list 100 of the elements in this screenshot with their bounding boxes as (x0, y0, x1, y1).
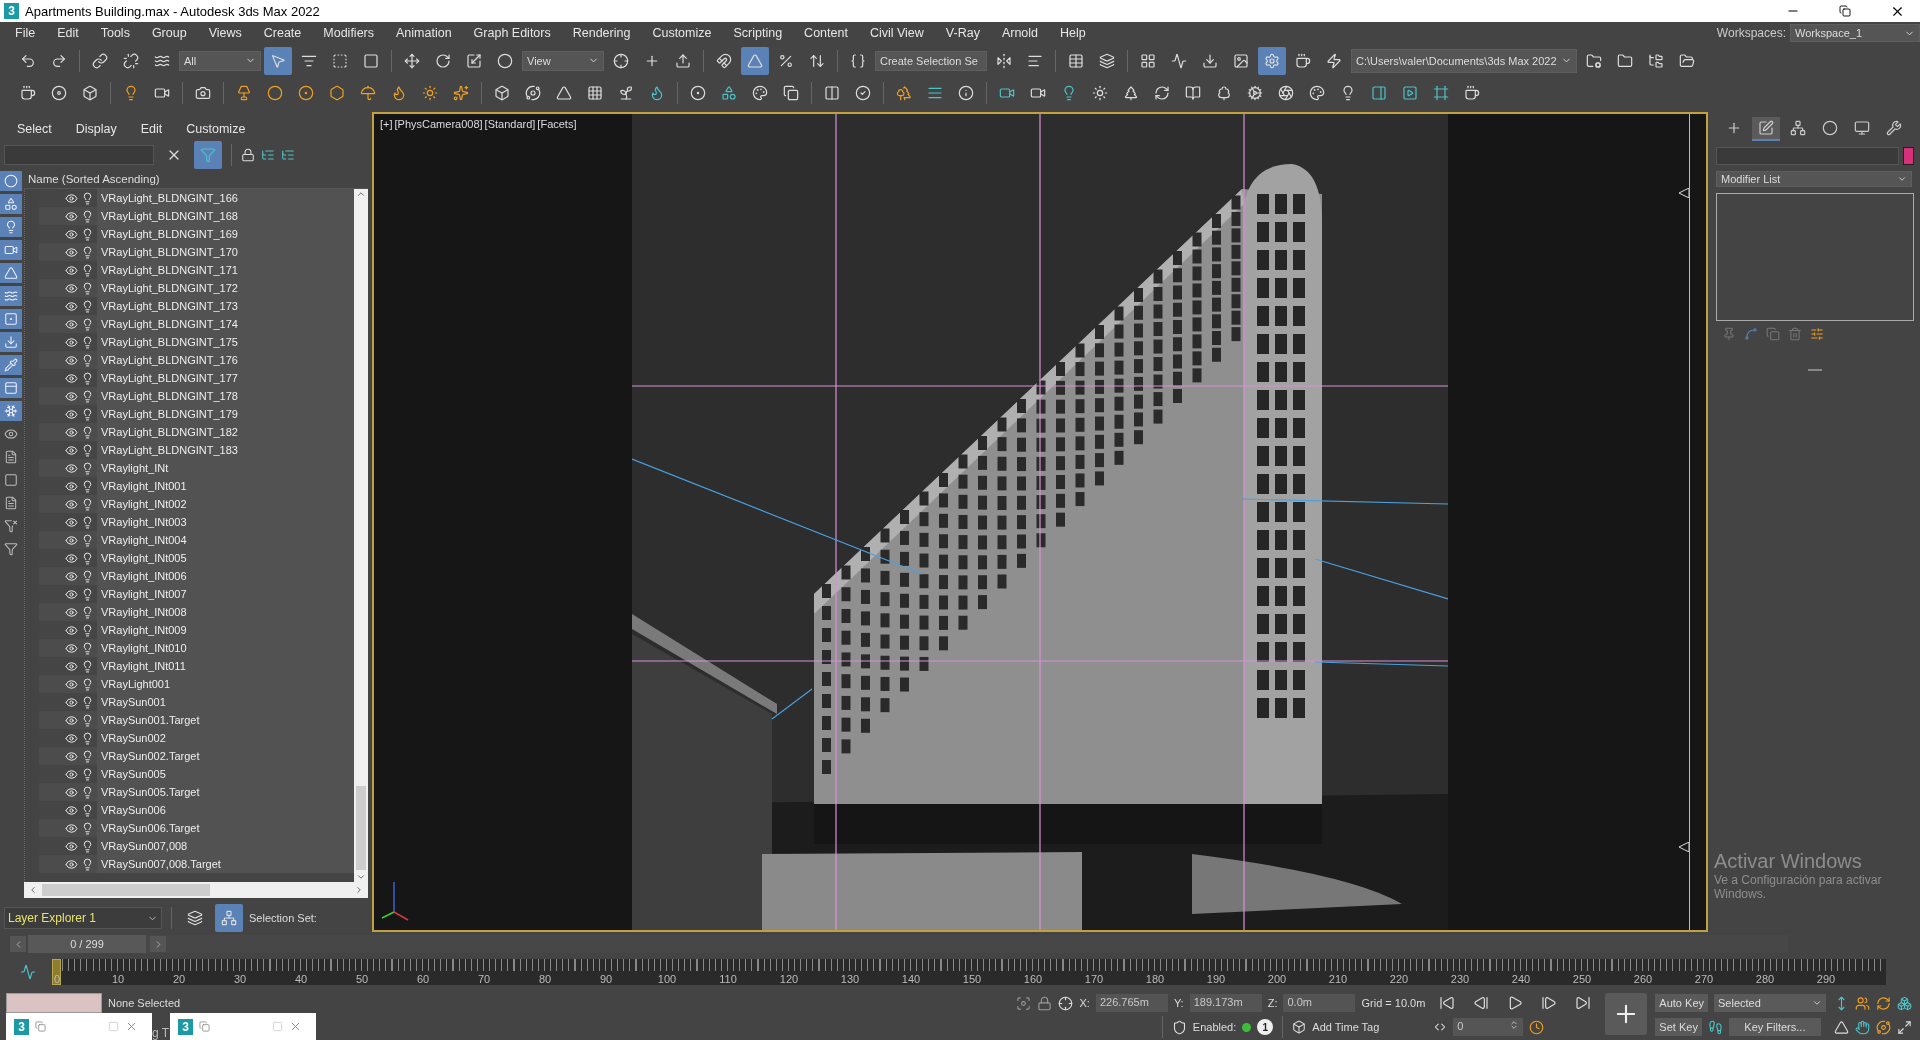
menu-item[interactable]: Group (140, 22, 198, 44)
scene-object-row[interactable]: VRayLight_BLDNGINT_168 (39, 207, 354, 225)
selection-set-label: Selection Set: (249, 912, 317, 924)
current-frame-field[interactable]: 0 (1453, 1018, 1524, 1036)
coordinate-label: Y: (1173, 997, 1184, 1009)
auto-key-button[interactable]: Auto Key (1655, 994, 1708, 1012)
scene-object-row[interactable]: VRayLight_BLDNGINT_174 (39, 315, 354, 333)
explorer-dropdown[interactable]: Layer Explorer 1 (4, 907, 162, 929)
key-mode-dropdown[interactable]: Selected (1714, 994, 1826, 1012)
object-name: VRaySun005.Target (97, 783, 354, 801)
object-name: VRayLight_BLDNGINT_179 (97, 405, 354, 423)
menu-item[interactable]: Rendering (561, 22, 642, 44)
frame-number: 270 (1694, 973, 1714, 985)
viewport-menu-label[interactable]: [Standard] (484, 118, 536, 130)
menu-item[interactable]: Edit (46, 22, 90, 44)
explorer-menu-item[interactable]: Customize (175, 118, 257, 140)
viewport-menu-label[interactable]: [PhysCamera008] (394, 118, 483, 130)
menu-item[interactable]: Arnold (990, 22, 1050, 44)
scene-object-row[interactable]: VRaylight_INt004 (39, 531, 354, 549)
scene-object-row[interactable]: VRaylight_INt010 (39, 639, 354, 657)
scene-object-row[interactable]: VRaylight_INt006 (39, 567, 354, 585)
frame-number: 140 (901, 973, 921, 985)
object-name: VRaylight_INt007 (97, 585, 354, 603)
coordinate-field[interactable]: 189.173m (1189, 994, 1262, 1012)
object-name: VRayLight_BLDNGINT_170 (97, 243, 354, 261)
frame-number: 60 (416, 973, 430, 985)
viewport[interactable]: [+] [PhysCamera008] [Standard] [Facets] (372, 112, 1708, 932)
scene-object-row[interactable]: VRaylight_INt (39, 459, 354, 477)
menu-item[interactable]: Scripting (722, 22, 794, 44)
activation-title: Activar Windows (1714, 850, 1863, 873)
menu-item[interactable]: V-Ray (934, 22, 991, 44)
object-name: VRaySun001.Target (97, 711, 354, 729)
key-filters-button[interactable]: Key Filters... (1728, 1018, 1821, 1036)
object-name: VRayLight_BLDNGINT_172 (97, 279, 354, 297)
add-time-tag-label[interactable]: Add Time Tag (1312, 1021, 1380, 1033)
scene-object-row[interactable]: VRayLight_BLDNGINT_172 (39, 279, 354, 297)
frame-number: 50 (355, 973, 369, 985)
viewport-menu-label[interactable]: [+] (380, 118, 393, 130)
frame-number: 40 (294, 973, 308, 985)
menu-item[interactable]: Civil View (858, 22, 935, 44)
selection-filter-dropdown[interactable]: All (179, 50, 261, 71)
menu-item[interactable]: Help (1049, 22, 1097, 44)
explorer-menu-item[interactable]: Select (6, 118, 63, 140)
menu-item[interactable]: Views (197, 22, 253, 44)
workspaces-label: Workspaces: (1715, 26, 1787, 40)
frame-number: 90 (599, 973, 613, 985)
object-name: VRaylight_INt006 (97, 567, 354, 585)
menu-item[interactable]: Customize (641, 22, 723, 44)
scene-object-row[interactable]: VRayLight_BLDNGINT_170 (39, 243, 354, 261)
scene-object-row[interactable]: VRayLight_BLDNGINT_182 (39, 423, 354, 441)
menu-item[interactable]: File (4, 22, 47, 44)
scene-object-row[interactable]: VRaySun005.Target (39, 783, 354, 801)
scene-object-row[interactable]: VRaySun006.Target (39, 819, 354, 837)
frame-number: 0 (53, 973, 61, 985)
project-folder-dropdown[interactable]: C:\Users\valer\Documents\3ds Max 2022 (1351, 48, 1577, 73)
object-name: VRaySun006 (97, 801, 354, 819)
explorer-menu-item[interactable]: Display (64, 118, 128, 140)
frame-number: 30 (233, 973, 247, 985)
enabled-count: 1 (1257, 1019, 1274, 1035)
viewport-menu-label[interactable]: [Facets] (537, 118, 577, 130)
object-name: VRayLight_BLDNGINT_175 (97, 333, 354, 351)
menu-item[interactable]: Content (793, 22, 859, 44)
window-title: Apartments Building.max - Autodesk 3ds Max 2022 (25, 3, 321, 19)
scene-object-row[interactable]: VRaySun002.Target (39, 747, 354, 765)
object-name: VRayLight_BLDNGINT_183 (97, 441, 354, 459)
frame-number: 210 (1328, 973, 1348, 985)
scene-object-row[interactable]: VRayLight_BLDNGINT_176 (39, 351, 354, 369)
coordinate-field[interactable]: 226.765m (1095, 994, 1168, 1012)
frame-number: 220 (1389, 973, 1409, 985)
scene-object-row[interactable]: VRayLight_BLDNGINT_178 (39, 387, 354, 405)
enabled-label: Enabled: (1192, 1021, 1237, 1033)
reference-coordinate-dropdown[interactable]: View (522, 50, 604, 71)
time-slider-thumb[interactable]: 0 / 299 (28, 935, 146, 953)
scene-object-row[interactable]: VRaylight_INt008 (39, 603, 354, 621)
workspace-dropdown[interactable]: Workspace_1 (1790, 24, 1920, 42)
scene-object-row[interactable]: VRaylight_INt002 (39, 495, 354, 513)
frame-number: 80 (538, 973, 552, 985)
set-key-button[interactable]: Set Key (1655, 1018, 1702, 1036)
explorer-menu-item[interactable]: Edit (129, 118, 174, 140)
coordinate-label: X: (1079, 997, 1090, 1009)
menu-item[interactable]: Animation (385, 22, 463, 44)
named-selection-dropdown[interactable]: Create Selection Se (875, 50, 987, 71)
menu-item[interactable]: Create (252, 22, 313, 44)
object-name: VRaylight_INt008 (97, 603, 354, 621)
scene-object-row[interactable]: VRayLight001 (39, 675, 354, 693)
object-name: VRaylight_INt002 (97, 495, 354, 513)
frame-number: 190 (1206, 973, 1226, 985)
menu-item[interactable]: Graph Editors (462, 22, 562, 44)
coordinate-field[interactable]: 0.0m (1283, 994, 1356, 1012)
scene-object-row[interactable]: VRaySun001.Target (39, 711, 354, 729)
partial-window-title: g T (152, 1026, 170, 1040)
frame-number: 290 (1816, 973, 1836, 985)
object-name: VRaylight_INt010 (97, 639, 354, 657)
menu-item[interactable]: Modifiers (312, 22, 385, 44)
scene-object-row[interactable]: VRaySun007,008.Target (39, 855, 354, 873)
object-name: VRayLight_BLDNGINT_173 (97, 297, 354, 315)
object-name: VRayLight_BLDNGINT_166 (97, 189, 354, 207)
frame-number: 100 (657, 973, 677, 985)
modifier-list-dropdown[interactable]: Modifier List (1716, 171, 1912, 187)
menu-item[interactable]: Tools (89, 22, 141, 44)
